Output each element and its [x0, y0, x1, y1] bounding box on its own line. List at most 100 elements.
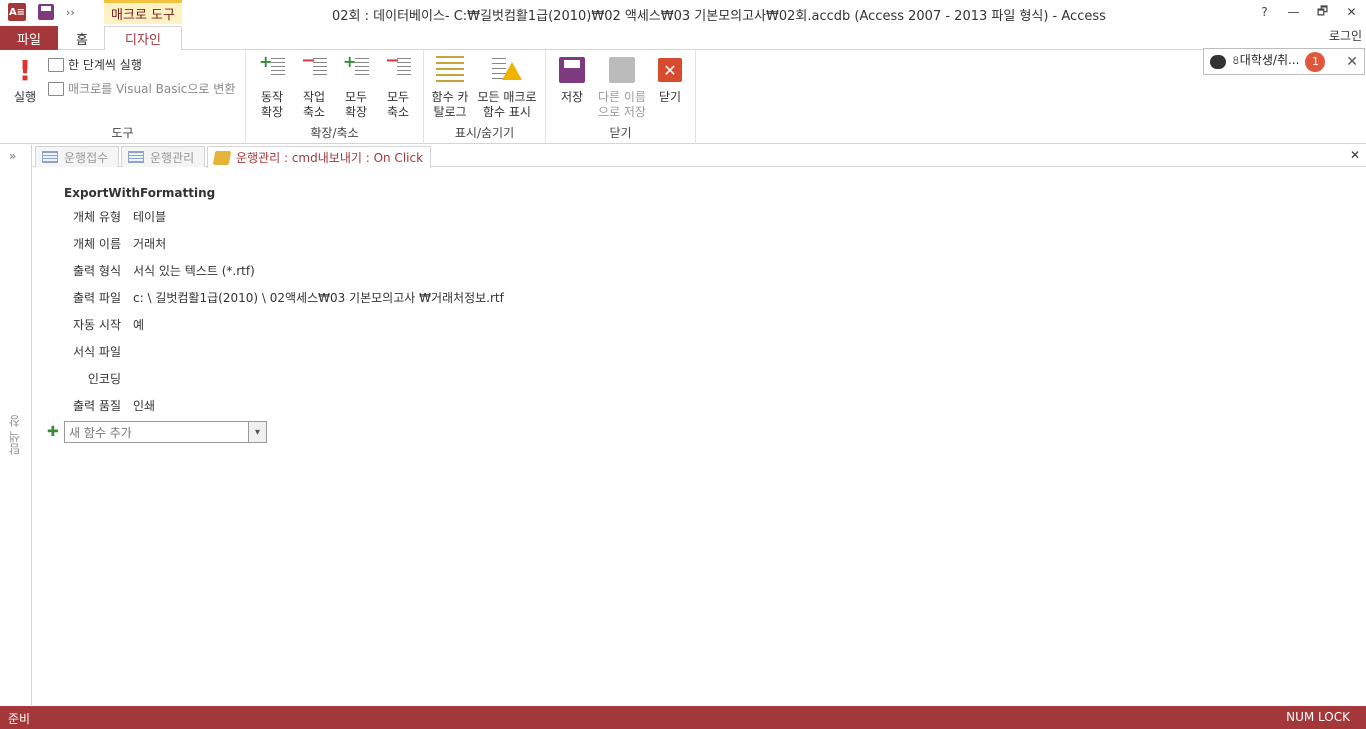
group-label-tools: 도구 [111, 126, 134, 140]
save-as-button[interactable]: 다른 이름 으로 저장 [594, 54, 650, 120]
collapse-all-label-1: 모두 [386, 90, 410, 104]
expand-actions-button[interactable]: + 동작 확장 [256, 54, 288, 120]
single-step-button[interactable]: 한 단계씩 실행 [48, 56, 142, 73]
status-num-lock: NUM LOCK [1286, 710, 1350, 724]
save-as-label-2: 으로 저장 [598, 105, 646, 119]
doc-tab-unhaeng-gwanri[interactable]: 운행관리 [121, 146, 205, 167]
tab-design[interactable]: 디자인 [104, 26, 182, 51]
argument-value: 인쇄 [133, 399, 156, 413]
close-document-icon[interactable]: ✕ [1350, 148, 1360, 162]
collapse-actions-label-2: 축소 [302, 105, 326, 119]
window-title: 02회 : 데이터베이스- C:₩길벗컴활1급(2010)₩02 액세스₩03 … [332, 9, 1106, 24]
expand-all-button[interactable]: + 모두 확장 [340, 54, 372, 120]
group-label-close: 닫기 [609, 126, 632, 140]
argument-label: 출력 형식 [73, 264, 121, 278]
convert-vb-button[interactable]: 매크로를 Visual Basic으로 변환 [48, 80, 235, 97]
access-app-icon[interactable]: A≡ [8, 3, 26, 21]
doc-tab-label: 운행관리 [150, 150, 195, 165]
doc-tab-label: 운행접수 [64, 150, 109, 165]
argument-label: 개체 이름 [73, 237, 121, 251]
macro-action-name[interactable]: ExportWithFormatting [64, 186, 215, 200]
navigation-pane: » 탐색 창 [0, 145, 32, 705]
minimize-button[interactable]: — [1279, 0, 1308, 24]
add-new-action-select[interactable]: 새 함수 추가 ▾ [64, 421, 267, 443]
argument-value: 테이블 [133, 210, 167, 224]
argument-row[interactable]: 개체 이름 거래처 [69, 235, 166, 252]
argument-row[interactable]: 개체 유형 테이블 [69, 208, 166, 225]
doc-tab-label: 운행관리 : cmd내보내기 : On Click [236, 151, 424, 165]
save-as-label-1: 다른 이름 [598, 90, 646, 104]
quick-access-toolbar: A≡ ›› [8, 3, 75, 21]
argument-value: 거래처 [133, 237, 167, 251]
login-link[interactable]: 로그인 [1329, 27, 1362, 44]
action-catalog-button[interactable]: 함수 카 탈로그 [428, 54, 472, 120]
show-all-actions-button[interactable]: 모든 매크로 함수 표시 [474, 54, 540, 120]
save-disk-icon [557, 54, 587, 86]
tab-home[interactable]: 홈 [58, 26, 106, 50]
add-new-action-placeholder: 새 함수 추가 [69, 425, 132, 440]
argument-label: 개체 유형 [73, 210, 121, 224]
save-button[interactable]: 저장 [556, 54, 588, 105]
expand-all-label-2: 확장 [344, 105, 368, 119]
customize-qat-icon[interactable]: ›› [66, 6, 75, 19]
argument-label: 서식 파일 [73, 345, 121, 359]
argument-label: 인코딩 [87, 372, 121, 386]
save-label: 저장 [560, 90, 584, 104]
single-step-label: 한 단계씩 실행 [68, 58, 142, 72]
notification-popup[interactable]: ৪대학생/취... 1 ✕ [1203, 48, 1365, 75]
save-icon[interactable] [38, 4, 54, 20]
collapse-all-label-2: 축소 [386, 105, 410, 119]
close-window-button[interactable]: ✕ [1337, 0, 1366, 24]
argument-label: 자동 시작 [73, 318, 121, 332]
chat-bubble-icon [1210, 54, 1226, 69]
collapse-all-icon: − [383, 52, 413, 86]
nav-pane-label[interactable]: 탐색 창 [6, 415, 23, 455]
expand-actions-icon: + [257, 54, 287, 86]
notification-text: ৪대학생/취... [1232, 53, 1300, 67]
argument-row[interactable]: 출력 파일 c: \ 길벗컴활1급(2010) \ 02액세스₩03 기본모의고… [69, 289, 504, 306]
group-label-expand: 확장/축소 [310, 126, 359, 140]
argument-row[interactable]: 출력 품질 인쇄 [69, 397, 155, 414]
doc-tab-macro-on-click[interactable]: 운행관리 : cmd내보내기 : On Click [207, 146, 431, 168]
run-button[interactable]: ! 실행 [10, 54, 40, 105]
argument-row[interactable]: 자동 시작 예 [69, 316, 144, 333]
group-label-showhide: 표시/숨기기 [454, 126, 515, 140]
notification-close-icon[interactable]: ✕ [1346, 54, 1358, 70]
status-ready: 준비 [8, 712, 31, 726]
restore-button[interactable]: 🗗 [1308, 0, 1337, 24]
expand-actions-label-1: 동작 [260, 90, 284, 104]
context-tab-header: 매크로 도구 [104, 0, 182, 24]
tab-file[interactable]: 파일 [0, 26, 58, 50]
doc-tab-unhaeng-jeopsu[interactable]: 운행접수 [35, 146, 119, 167]
all-functions-label-2: 함수 표시 [483, 105, 531, 119]
group-show-hide: 함수 카 탈로그 모든 매크로 함수 표시 표시/숨기기 [424, 50, 546, 144]
catalog-icon [435, 54, 465, 86]
argument-row[interactable]: 인코딩 [69, 370, 133, 387]
argument-label: 출력 파일 [73, 291, 121, 305]
argument-row[interactable]: 출력 형식 서식 있는 텍스트 (*.rtf) [69, 262, 255, 279]
status-bar: 준비 NUM LOCK [0, 706, 1366, 729]
form-icon [42, 151, 58, 163]
document-tabs: 운행접수 운행관리 운행관리 : cmd내보내기 : On Click ✕ [33, 145, 1366, 168]
close-macro-button[interactable]: ✕ 닫기 [654, 54, 686, 105]
group-close: 저장 다른 이름 으로 저장 ✕ 닫기 닫기 [546, 50, 696, 144]
single-step-icon [48, 57, 64, 72]
chevron-down-icon[interactable]: ▾ [248, 422, 266, 442]
nav-pane-toggle-icon[interactable]: » [9, 149, 16, 163]
argument-value: 예 [133, 318, 145, 332]
argument-row[interactable]: 서식 파일 [69, 343, 133, 360]
collapse-all-button[interactable]: − 모두 축소 [382, 52, 414, 120]
expand-all-label-1: 모두 [344, 90, 368, 104]
close-icon: ✕ [655, 54, 685, 86]
group-tools: ! 실행 한 단계씩 실행 매크로를 Visual Basic으로 변환 도구 [0, 50, 246, 144]
close-label: 닫기 [658, 90, 682, 104]
title-bar: A≡ ›› 매크로 도구 02회 : 데이터베이스- C:₩길벗컴활1급(201… [0, 0, 1366, 26]
all-functions-label-1: 모든 매크로 [477, 90, 537, 104]
notification-badge: 1 [1305, 51, 1326, 72]
ribbon: ! 실행 한 단계씩 실행 매크로를 Visual Basic으로 변환 도구 … [0, 50, 1366, 192]
save-as-icon [607, 54, 637, 86]
argument-value: c: \ 길벗컴활1급(2010) \ 02액세스₩03 기본모의고사 ₩거래처… [133, 291, 504, 305]
form-icon [128, 151, 144, 163]
help-button[interactable]: ? [1250, 0, 1279, 24]
collapse-actions-button[interactable]: − 작업 축소 [298, 52, 330, 120]
